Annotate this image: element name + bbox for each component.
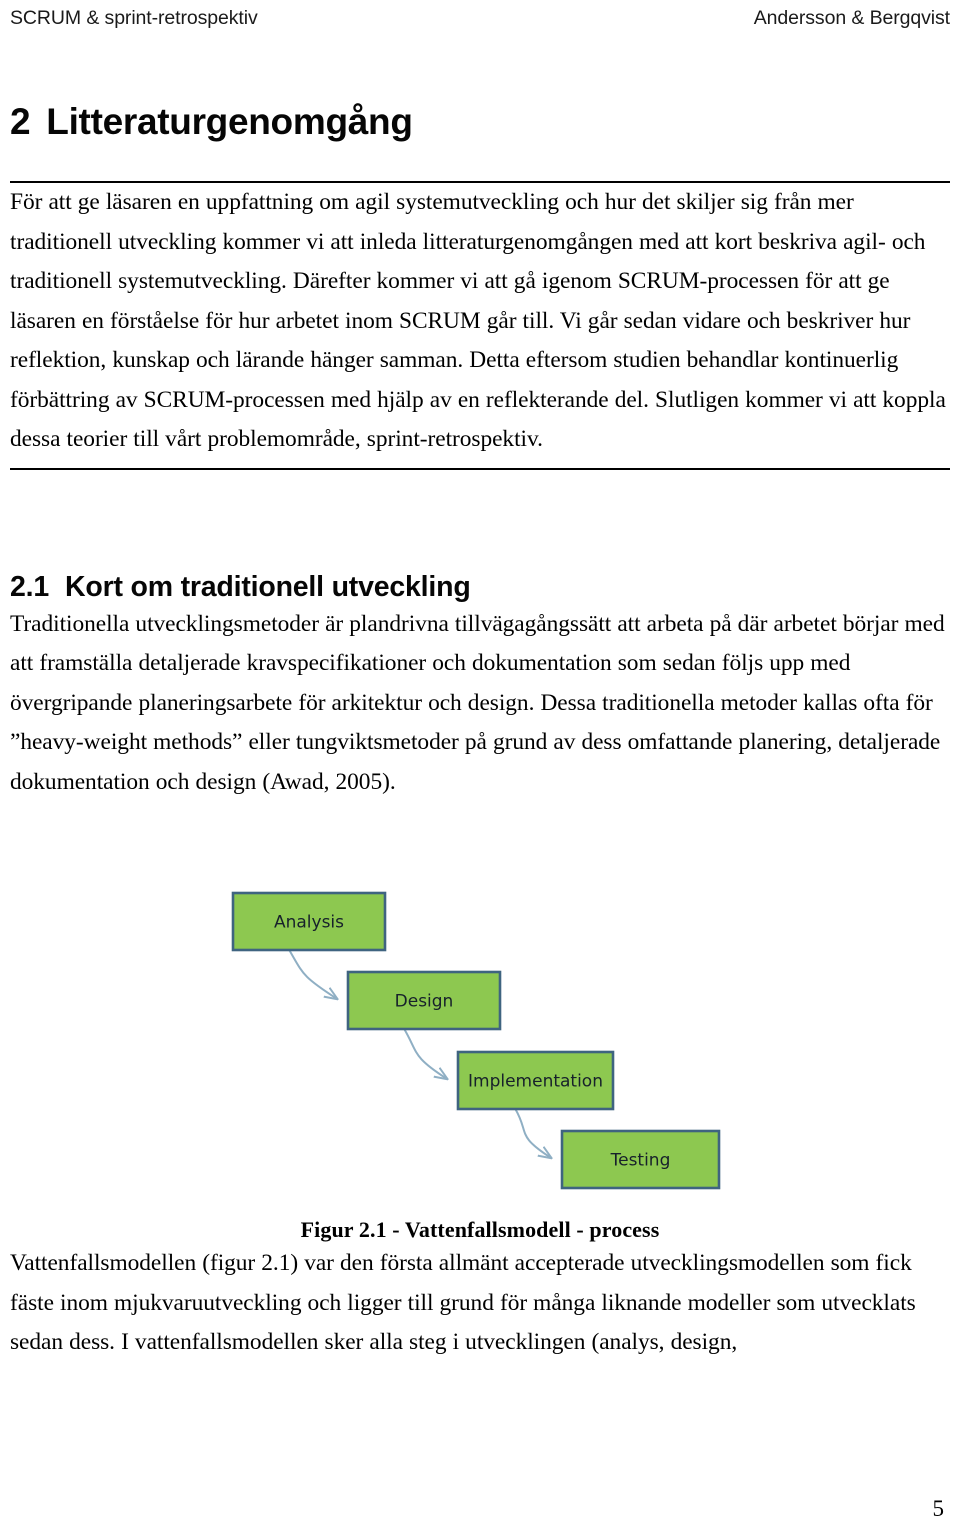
- traditional-development-paragraph: Traditionella utvecklingsmetoder är plan…: [10, 610, 945, 795]
- figure-caption: Figur 2.1 - Vattenfallsmodell - process: [300, 1217, 660, 1242]
- page-content: 2 Litteraturgenomgång För att ge läsaren …: [10, 80, 950, 1363]
- waterfall-stage-design: Design: [346, 970, 502, 1031]
- page-running-header: SCRUM & sprint-retrospektiv Andersson & …: [10, 6, 950, 36]
- waterfall-stage-testing: Testing: [560, 1129, 721, 1190]
- waterfall-diagram: Analysis Design Implementation Testing: [231, 891, 721, 1190]
- waterfall-stage-analysis: Analysis: [231, 891, 387, 952]
- section-title-text: Kort om traditionell utveckling: [65, 570, 471, 603]
- page-title: 2 Litteraturgenomgång: [10, 100, 950, 144]
- chapter-title-text: Litteraturgenomgång: [46, 101, 413, 142]
- header-right-authors: Andersson & Bergqvist: [753, 7, 950, 29]
- waterfall-stage-label: Design: [395, 992, 454, 1012]
- chapter-number: 2: [10, 101, 31, 142]
- waterfall-connector-arrow: [403, 1028, 446, 1078]
- waterfall-stage-label: Testing: [610, 1151, 671, 1171]
- waterfall-model-paragraph: Vattenfallsmodellen (figur 2.1) var den …: [10, 1250, 916, 1355]
- divider-below-intro: [10, 467, 950, 470]
- waterfall-connector-arrow: [514, 1108, 550, 1157]
- page-number: 5: [932, 1496, 945, 1521]
- waterfall-stage-implementation: Implementation: [456, 1050, 615, 1111]
- header-left-title: SCRUM & sprint-retrospektiv: [10, 7, 258, 29]
- waterfall-stage-label: Analysis: [274, 913, 344, 933]
- waterfall-connector-arrow: [288, 949, 336, 998]
- section-heading-2-1: 2.1 Kort om traditionell utveckling: [10, 569, 950, 605]
- section-number: 2.1: [10, 570, 50, 603]
- waterfall-stage-label: Implementation: [468, 1072, 603, 1092]
- intro-paragraph: För att ge läsaren en uppfattning om agi…: [10, 189, 946, 452]
- waterfall-figure: Analysis Design Implementation Testing: [10, 864, 950, 1194]
